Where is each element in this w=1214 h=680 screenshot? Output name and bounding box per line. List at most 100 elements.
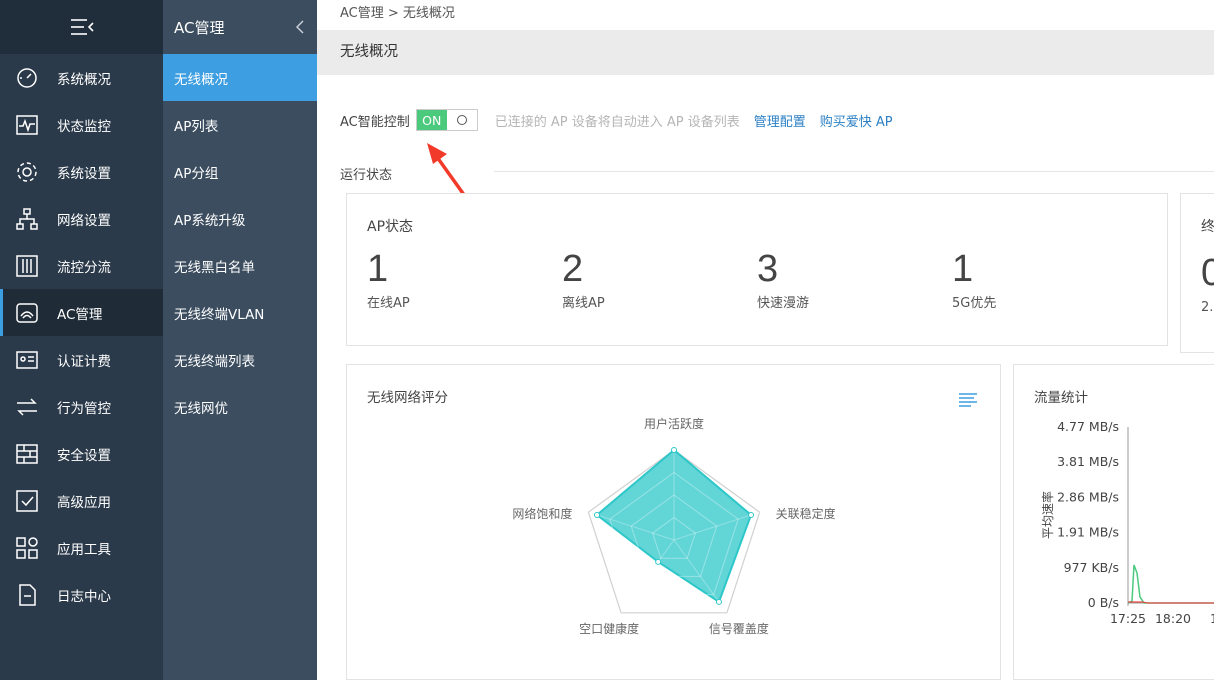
terminal-value: 0 xyxy=(1201,252,1214,294)
radar-point xyxy=(671,447,677,453)
nav-item-label: 日志中心 xyxy=(57,588,111,605)
subnav-item-3[interactable]: AP系统升级 xyxy=(163,195,317,242)
subnav-item-5[interactable]: 无线终端VLAN xyxy=(163,289,317,336)
ac-control-label: AC智能控制 xyxy=(340,114,410,130)
subnav-item-6[interactable]: 无线终端列表 xyxy=(163,336,317,383)
section-divider xyxy=(494,171,1214,172)
radar-axis-label: 网络饱和度 xyxy=(512,506,572,521)
arrows-icon xyxy=(14,394,40,420)
y-tick-label: 2.86 MB/s xyxy=(1057,489,1119,504)
stat-value: 2 xyxy=(562,248,584,290)
nav-item-9[interactable]: 高级应用 xyxy=(0,477,163,524)
nav-item-label: 流控分流 xyxy=(57,259,111,276)
gear-icon xyxy=(14,159,40,185)
subnav-item-2[interactable]: AP分组 xyxy=(163,148,317,195)
radar-point xyxy=(593,511,600,518)
main-sidebar: 系统概况状态监控系统设置网络设置流控分流 AC管理认证计费行为管控安全设置高级应用… xyxy=(0,0,163,680)
page-title: 无线概况 xyxy=(317,30,1214,75)
nav-item-label: 认证计费 xyxy=(57,353,111,370)
stat-value: 1 xyxy=(952,248,974,290)
y-tick-label: 0 B/s xyxy=(1088,595,1119,610)
subnav-item-0[interactable]: 无线概况 xyxy=(163,54,317,101)
main-content: AC管理 > 无线概况 无线概况 AC智能控制 ON 已连接的 AP 设备将自动… xyxy=(317,0,1214,680)
radar-chart: 用户活跃度关联稳定度信号覆盖度 空口健康度 网络饱和度 xyxy=(512,416,836,636)
stat-value: 3 xyxy=(757,248,779,290)
nav-item-6[interactable]: 认证计费 xyxy=(0,336,163,383)
nav-item-5[interactable]: AC管理 xyxy=(0,289,163,336)
download-series-line xyxy=(1127,564,1214,604)
radar-axis-label: 信号覆盖度 xyxy=(709,621,769,636)
subnav-title: AC管理 xyxy=(174,18,225,37)
stat-5g-priority[interactable]: 1 5G优先 xyxy=(952,246,996,311)
tools-icon xyxy=(14,535,40,561)
y-tick-label: 4.77 MB/s xyxy=(1057,419,1119,434)
terminal-label: 2.4 xyxy=(1201,300,1214,315)
nav-item-label: 网络设置 xyxy=(57,212,111,229)
ac-control-row: AC智能控制 ON 已连接的 AP 设备将自动进入 AP 设备列表 管理配置 购… xyxy=(340,108,907,132)
nav-item-label: 系统设置 xyxy=(57,165,111,182)
nav-item-label: 行为管控 xyxy=(57,400,111,417)
nav-item-8[interactable]: 安全设置 xyxy=(0,430,163,477)
y-axis-label: 平均速率 xyxy=(1040,491,1055,539)
traffic-stats-card: 流量统计 4.77 MB/s 3.81 MB/s 2.86 MB/s 1.91 MB/… xyxy=(1013,364,1214,680)
stat-label: 快速漫游 xyxy=(757,296,810,311)
nav-item-11[interactable]: 日志中心 xyxy=(0,571,163,618)
stat-label: 离线AP xyxy=(562,296,605,311)
subnav-item-7[interactable]: 无线网优 xyxy=(163,383,317,430)
network-icon xyxy=(14,206,40,232)
ac-control-toggle[interactable]: ON xyxy=(415,109,478,131)
stat-offline-ap[interactable]: 2 离线AP xyxy=(562,246,605,311)
y-tick-label: 3.81 MB/s xyxy=(1057,454,1119,469)
radar-axis-label: 用户活跃度 xyxy=(644,416,704,431)
radar-axis-label: 关联稳定度 xyxy=(776,506,836,521)
buy-ap-link[interactable]: 购买爱快 AP xyxy=(820,111,893,130)
radar-point xyxy=(655,558,662,565)
menu-collapse-icon xyxy=(70,19,94,35)
router-icon xyxy=(14,300,40,326)
stat-label: 在线AP xyxy=(367,296,410,311)
radar-point xyxy=(748,511,755,518)
nav-item-label: 系统概况 xyxy=(57,71,111,88)
ac-control-hint: 已连接的 AP 设备将自动进入 AP 设备列表 xyxy=(494,114,740,130)
checkbox-icon xyxy=(14,488,40,514)
menu-collapse-button[interactable] xyxy=(0,0,163,54)
radar-point xyxy=(715,598,722,605)
toggle-on-label: ON xyxy=(416,110,447,130)
breadcrumb: AC管理 > 无线概况 xyxy=(340,6,455,21)
dashboard-icon xyxy=(14,65,40,91)
chevron-left-icon[interactable] xyxy=(295,20,305,34)
stat-value: 1 xyxy=(367,248,389,290)
nav-item-3[interactable]: 网络设置 xyxy=(0,195,163,242)
stat-fast-roaming[interactable]: 3 快速漫游 xyxy=(757,246,809,311)
document-icon xyxy=(14,582,40,608)
terminal-card: 终 0 2.4 xyxy=(1180,193,1214,353)
terminal-title: 终 xyxy=(1201,219,1214,235)
manage-config-link[interactable]: 管理配置 xyxy=(754,111,806,130)
firewall-icon xyxy=(14,441,40,467)
monitor-icon xyxy=(14,112,40,138)
nav-item-2[interactable]: 系统设置 xyxy=(0,148,163,195)
ap-status-card: AP状态 1 在线AP 2 离线AP 3 快速漫游 1 5G优先 xyxy=(346,193,1168,346)
toggle-off-circle xyxy=(447,110,477,130)
nav-item-1[interactable]: 状态监控 xyxy=(0,101,163,148)
nav-item-7[interactable]: 行为管控 xyxy=(0,383,163,430)
nav-item-label: 高级应用 xyxy=(57,494,111,511)
nav-item-label: AC管理 xyxy=(57,306,103,323)
nav-item-0[interactable]: 系统概况 xyxy=(0,54,163,101)
x-tick-label: 17:25 xyxy=(1110,611,1146,626)
sliders-icon xyxy=(14,253,40,279)
sub-sidebar: AC管理 无线概况 AP列表 AP分组 AP系统升级 无线黑白名单 无线终端VLAN 无线终… xyxy=(163,0,317,680)
ap-status-title: AP状态 xyxy=(367,219,414,235)
subnav-item-4[interactable]: 无线黑白名单 xyxy=(163,242,317,289)
radar-axis-label: 空口健康度 xyxy=(579,621,639,636)
subnav-header: AC管理 xyxy=(163,0,317,54)
x-tick-label: 18:20 xyxy=(1155,611,1191,626)
subnav-item-1[interactable]: AP列表 xyxy=(163,101,317,148)
nav-item-4[interactable]: 流控分流 xyxy=(0,242,163,289)
section-title: 运行状态 xyxy=(340,168,393,183)
stat-online-ap[interactable]: 1 在线AP xyxy=(367,246,410,311)
nav-item-label: 应用工具 xyxy=(57,541,111,558)
id-card-icon xyxy=(14,347,40,373)
nav-item-10[interactable]: 应用工具 xyxy=(0,524,163,571)
stat-label: 5G优先 xyxy=(952,296,997,311)
